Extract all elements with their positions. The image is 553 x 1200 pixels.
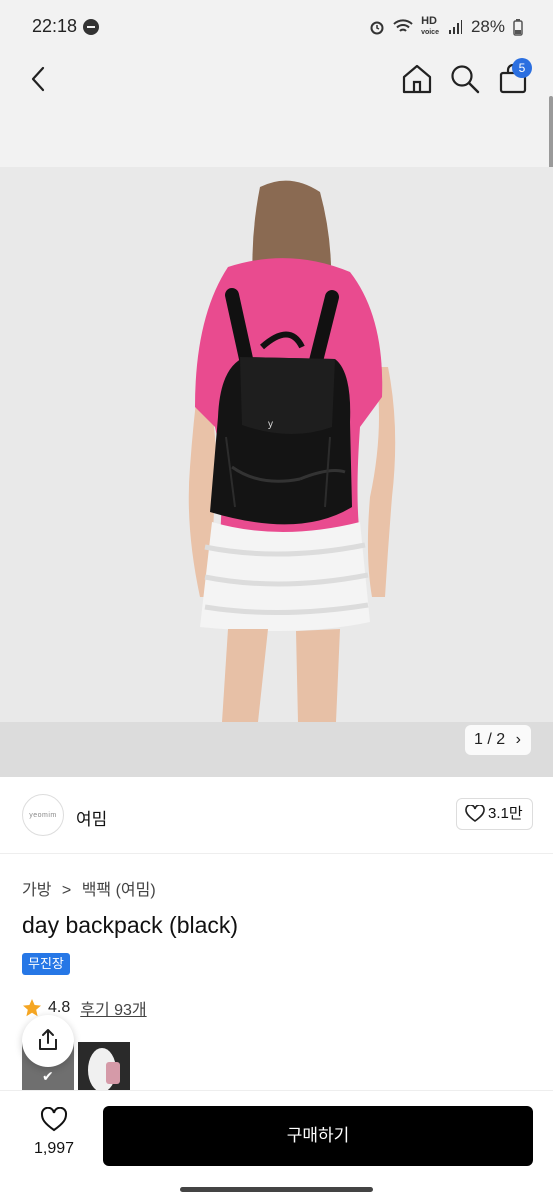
product-title: day backpack (black): [22, 912, 239, 938]
product-image-gallery[interactable]: y: [0, 167, 553, 777]
shipping-tag-badge: 무진장: [22, 953, 70, 975]
chevron-right-icon: ›: [515, 731, 521, 748]
do-not-disturb-icon: [83, 19, 99, 35]
top-navigation: [0, 54, 553, 190]
breadcrumb-subcategory[interactable]: 백팩 (여밈): [82, 882, 156, 899]
home-indicator[interactable]: [180, 1187, 373, 1192]
bottom-action-bar: 1,997 구매하기: [0, 1090, 553, 1200]
status-icons: HD voice 28%: [369, 16, 523, 38]
gallery-page-counter[interactable]: 1 / 2 ›: [465, 725, 531, 755]
shop-logo[interactable]: yeomim: [22, 794, 64, 836]
status-bar: 22:18 HD voice 28%: [0, 0, 553, 54]
cart-count-badge: 5: [512, 58, 532, 78]
heart-icon: [40, 1106, 68, 1132]
reviews-link[interactable]: 후기 93개: [80, 996, 146, 1020]
star-icon: [23, 999, 41, 1017]
shop-row[interactable]: yeomim 여밈 3.1만: [0, 788, 553, 854]
heart-icon: [465, 805, 485, 822]
wishlist-count: 1,997: [33, 1140, 75, 1157]
hd-voice-indicator: HD voice: [421, 15, 439, 37]
alarm-icon: [370, 21, 384, 35]
gallery-counter-text: 1 / 2: [474, 731, 506, 748]
svg-text:y: y: [268, 419, 273, 430]
home-icon[interactable]: [400, 62, 434, 96]
wifi-icon: [393, 19, 413, 32]
option-thumbnail[interactable]: [78, 1042, 130, 1090]
share-icon: [39, 1029, 57, 1050]
wishlist-button[interactable]: 1,997: [28, 1106, 80, 1158]
breadcrumb: 가방 > 백팩 (여밈): [22, 876, 162, 900]
battery-percent: 28%: [470, 17, 505, 36]
battery-icon: [513, 19, 523, 36]
breadcrumb-category[interactable]: 가방: [22, 882, 51, 899]
signal-icon: [448, 20, 462, 34]
back-button[interactable]: [24, 64, 54, 94]
shop-name[interactable]: 여밈: [76, 805, 107, 830]
product-photo: y: [0, 167, 553, 777]
breadcrumb-separator: >: [61, 882, 72, 899]
shop-like-count: 3.1만: [488, 805, 523, 822]
thumbnail-photo: [78, 1042, 130, 1090]
check-icon: ✔: [42, 1068, 54, 1084]
search-icon[interactable]: [448, 62, 482, 96]
status-time: 22:18: [32, 16, 78, 36]
buy-button[interactable]: 구매하기: [103, 1106, 533, 1166]
shop-like-button[interactable]: 3.1만: [456, 798, 533, 830]
share-button[interactable]: [22, 1015, 74, 1067]
